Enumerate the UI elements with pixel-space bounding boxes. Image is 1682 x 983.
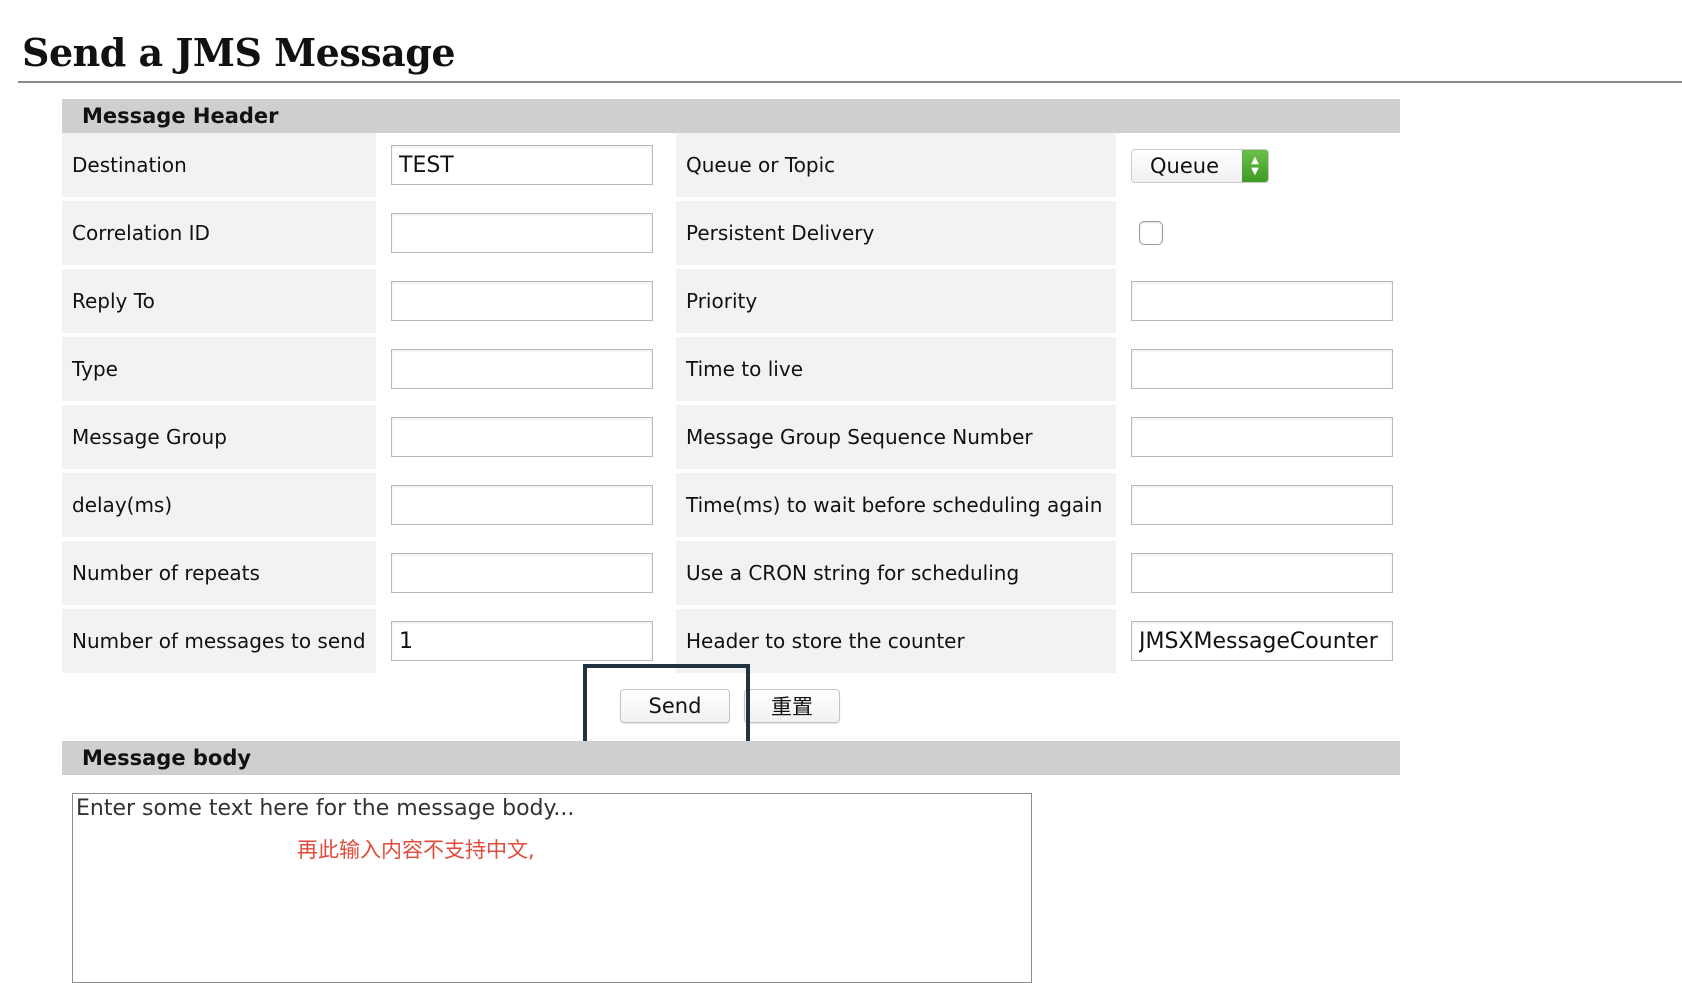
form-row: Reply To Priority: [62, 269, 1393, 337]
delay-label: delay(ms): [62, 473, 376, 541]
persistent-delivery-checkbox[interactable]: [1139, 221, 1163, 245]
form-row: Correlation ID Persistent Delivery: [62, 201, 1393, 269]
queue-or-topic-label: Queue or Topic: [676, 133, 1116, 201]
destination-input[interactable]: [391, 145, 653, 185]
group-sequence-input[interactable]: [1131, 417, 1393, 457]
message-body-textarea[interactable]: Enter some text here for the message bod…: [72, 793, 1032, 983]
reply-to-label: Reply To: [62, 269, 376, 337]
select-arrows-icon: ▲ ▼: [1242, 150, 1268, 182]
send-jms-message-page: Send a JMS Message Message Header Destin…: [0, 0, 1682, 983]
priority-label: Priority: [676, 269, 1116, 337]
message-group-label: Message Group: [62, 405, 376, 473]
repeats-input[interactable]: [391, 553, 653, 593]
form-row: Message Group Message Group Sequence Num…: [62, 405, 1393, 473]
group-sequence-label: Message Group Sequence Number: [676, 405, 1116, 473]
delay-input[interactable]: [391, 485, 653, 525]
form-row: Type Time to live: [62, 337, 1393, 405]
form-row: Destination Queue or Topic Queue ▲▼: [62, 133, 1393, 201]
form-row: delay(ms) Time(ms) to wait before schedu…: [62, 473, 1393, 541]
message-header-form: Destination Queue or Topic Queue ▲▼ Corr…: [62, 133, 1393, 677]
repeats-label: Number of repeats: [62, 541, 376, 609]
type-input[interactable]: [391, 349, 653, 389]
correlation-id-label: Correlation ID: [62, 201, 376, 269]
messages-to-send-input[interactable]: [391, 621, 653, 661]
reply-to-input[interactable]: [391, 281, 653, 321]
time-to-live-input[interactable]: [1131, 349, 1393, 389]
message-header-section: Message Header: [62, 99, 1400, 133]
title-divider: [18, 81, 1682, 83]
send-button[interactable]: Send: [620, 689, 730, 723]
destination-label: Destination: [62, 133, 376, 201]
page-title: Send a JMS Message: [22, 30, 456, 75]
reset-button[interactable]: 重置: [744, 689, 840, 723]
type-label: Type: [62, 337, 376, 405]
cron-input[interactable]: [1131, 553, 1393, 593]
message-group-input[interactable]: [391, 417, 653, 457]
counter-header-input[interactable]: [1131, 621, 1393, 661]
red-annotation: 再此输入内容不支持中文,: [297, 838, 535, 862]
counter-header-label: Header to store the counter: [676, 609, 1116, 677]
cron-label: Use a CRON string for scheduling: [676, 541, 1116, 609]
messages-to-send-label: Number of messages to send: [62, 609, 376, 677]
time-to-live-label: Time to live: [676, 337, 1116, 405]
form-row: Number of messages to send Header to sto…: [62, 609, 1393, 677]
correlation-id-input[interactable]: [391, 213, 653, 253]
priority-input[interactable]: [1131, 281, 1393, 321]
wait-time-input[interactable]: [1131, 485, 1393, 525]
form-row: Number of repeats Use a CRON string for …: [62, 541, 1393, 609]
queue-or-topic-value: Queue: [1150, 154, 1219, 178]
persistent-delivery-label: Persistent Delivery: [676, 201, 1116, 269]
message-body-section: Message body: [62, 741, 1400, 775]
message-body-text: Enter some text here for the message bod…: [76, 796, 575, 821]
queue-or-topic-select[interactable]: Queue ▲ ▼: [1131, 149, 1269, 183]
wait-time-label: Time(ms) to wait before scheduling again: [676, 473, 1116, 541]
